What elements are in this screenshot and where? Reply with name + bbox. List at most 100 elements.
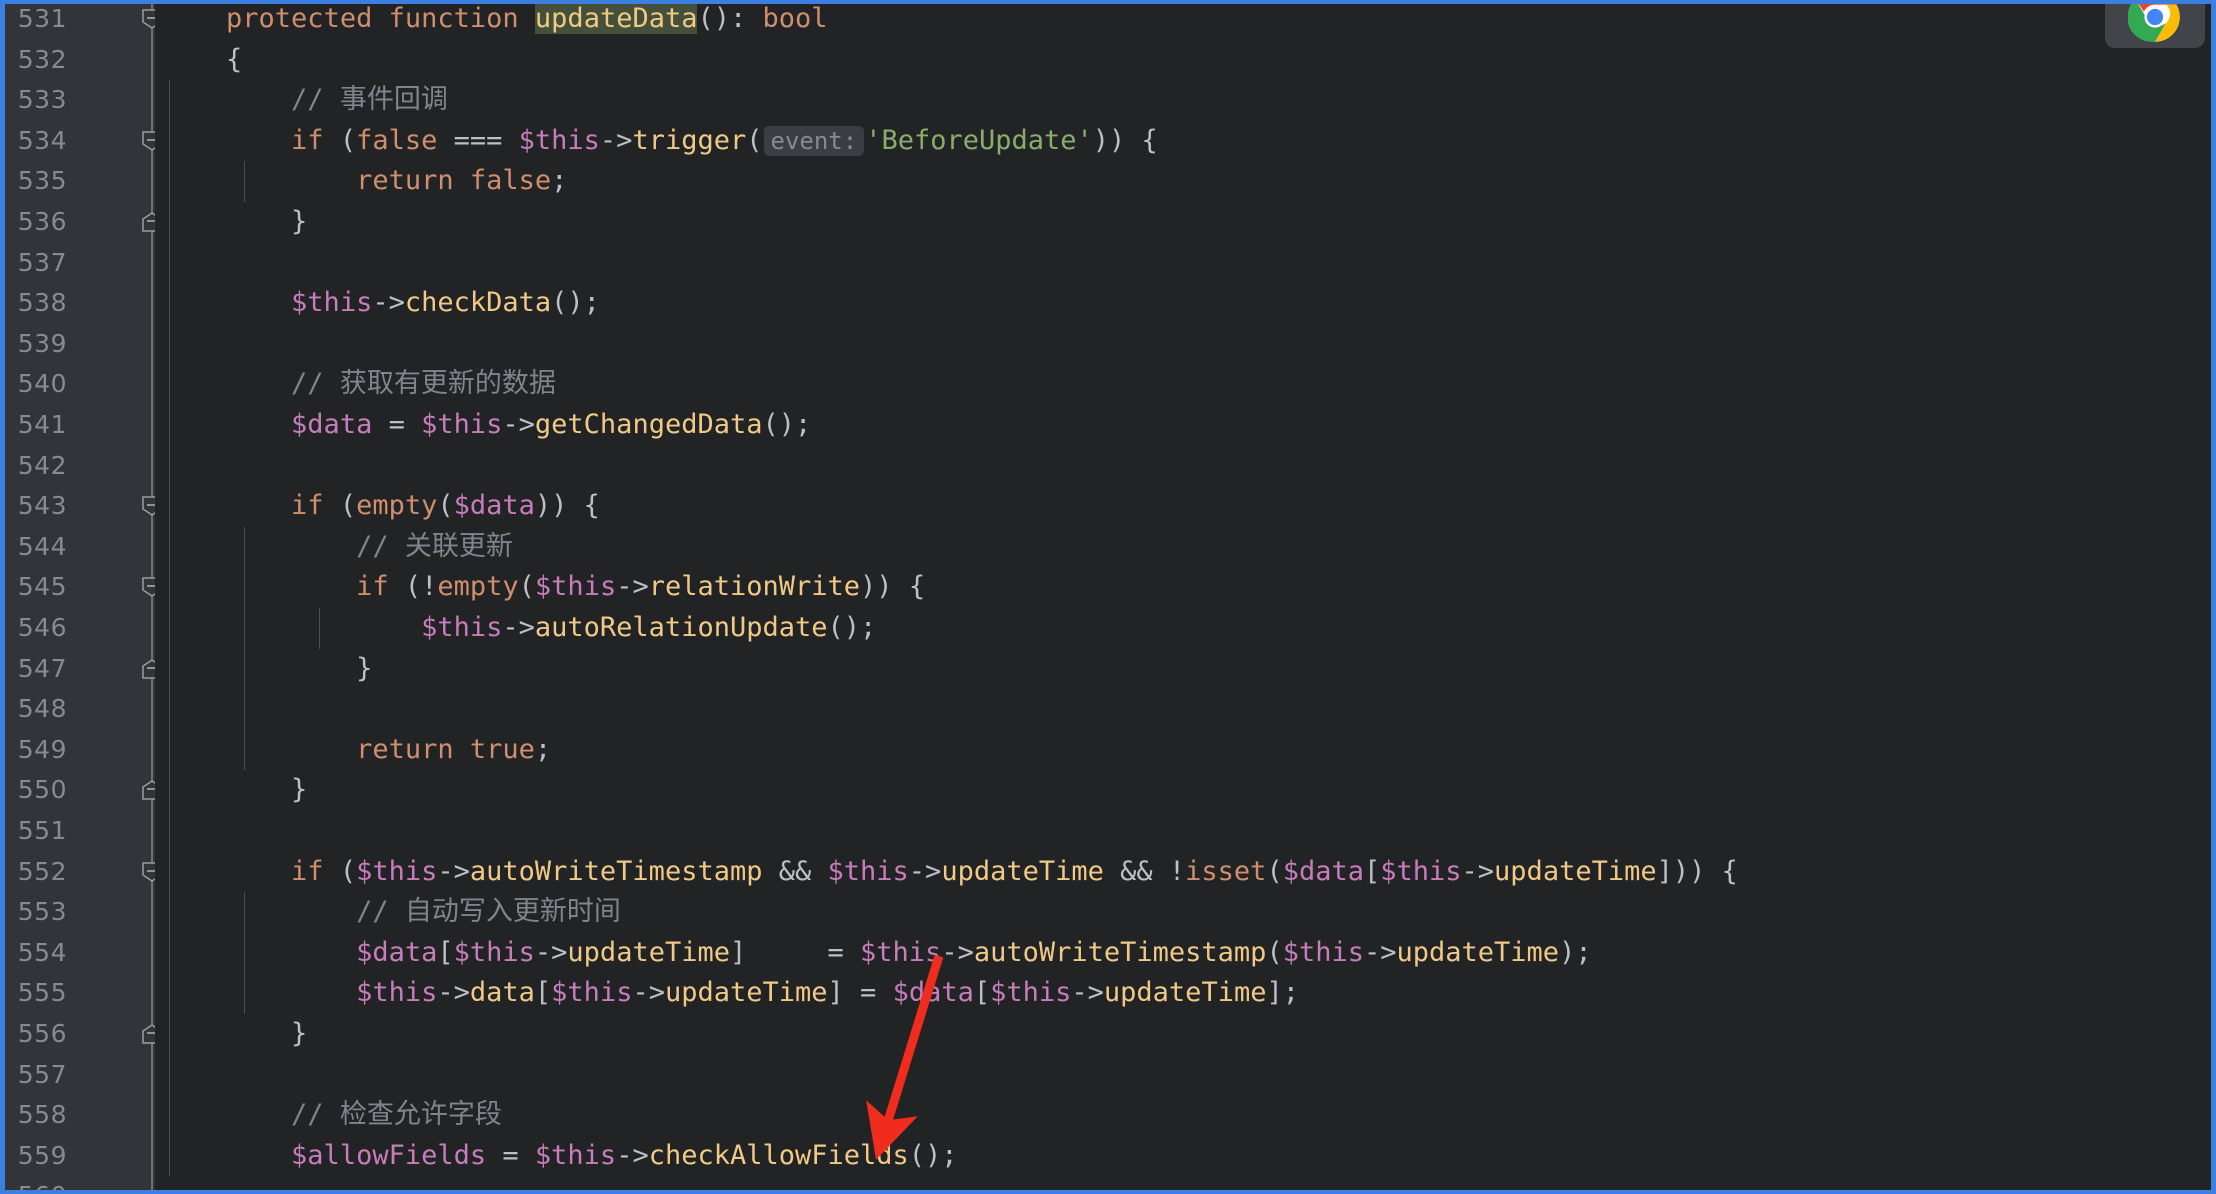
gutter-row[interactable]: 535 [5,161,155,202]
php-variable: $allowFields [291,1139,487,1171]
gutter-row[interactable]: 548 [5,689,155,730]
gutter-row[interactable]: 545 [5,567,155,608]
code-line[interactable]: { [161,40,2211,81]
indent-guide [244,892,245,933]
indent-guide [244,161,245,202]
chrome-icon[interactable] [2128,0,2182,44]
gutter-row[interactable]: 531 [5,4,155,40]
code-line[interactable]: $allowFields = $this->checkAllowFields()… [161,1135,2211,1177]
gutter-row[interactable]: 532 [5,40,155,81]
code-comment: // 事件回调 [291,84,448,116]
code-line[interactable]: } [161,1014,2211,1055]
code-line-text: // 检查允许字段 [161,1099,502,1130]
code-line[interactable] [161,1054,2211,1096]
code-line-text: // 关联更新 [161,531,513,562]
code-line-text: } [161,206,308,237]
taskbar-popup-panel[interactable] [2105,0,2205,48]
code-line[interactable]: // 自动写入更新时间 [161,892,2211,933]
gutter-row[interactable]: 555 [5,973,155,1014]
gutter-row[interactable]: 537 [5,243,155,284]
php-variable: $this [1380,855,1462,887]
code-comment: // 获取有更新的数据 [291,368,556,400]
gutter-row[interactable]: 544 [5,527,155,568]
gutter-row[interactable]: 553 [5,892,155,933]
indent-guide [169,445,170,487]
gutter-row[interactable]: 547 [5,649,155,690]
code-text-area[interactable]: protected function updateData(): bool { … [161,4,2211,1190]
editor-gutter[interactable]: 531 532 533 534 535 536 537 538 539 540 541 542 543 5… [5,4,162,1190]
php-variable: $this [990,977,1072,1009]
keyword: if [356,571,389,603]
function-name: trigger [632,124,747,156]
code-line[interactable] [161,242,2211,284]
line-number: 537 [17,247,67,277]
code-editor-window[interactable]: 531 532 533 534 535 536 537 538 539 540 541 542 543 5… [0,0,2216,1194]
code-line[interactable]: if (empty($data)) { [161,486,2211,527]
gutter-row[interactable]: 536 [5,202,155,243]
gutter-row[interactable]: 546 [5,608,155,649]
code-line[interactable] [161,811,2211,852]
code-line[interactable]: return true; [161,729,2211,771]
gutter-row[interactable]: 556 [5,1014,155,1055]
code-line[interactable]: if (false === $this->trigger(event: 'Befo… [161,120,2211,162]
indent-guide [169,892,170,933]
code-line[interactable]: $this->checkData(); [161,283,2211,324]
gutter-row[interactable]: 533 [5,80,155,121]
gutter-row[interactable]: 558 [5,1095,155,1136]
code-line[interactable]: $this->autoRelationUpdate(); [161,608,2211,649]
code-line[interactable]: $data = $this->getChangedData(); [161,405,2211,446]
keyword: true [469,733,535,765]
object-operator: -> [502,409,535,440]
function-name: relationWrite [648,571,861,603]
code-line[interactable]: // 事件回调 [161,80,2211,121]
gutter-row[interactable]: 540 [5,364,155,405]
gutter-row[interactable]: 551 [5,811,155,852]
keyword: return [356,165,454,197]
gutter-row[interactable]: 554 [5,933,155,974]
php-variable: $this [356,977,438,1009]
gutter-row[interactable]: 539 [5,324,155,365]
object-operator: -> [372,287,405,319]
indent-guide [169,932,170,974]
code-line[interactable]: $data[$this->updateTime] = $this->autoWr… [161,932,2211,974]
gutter-row[interactable]: 541 [5,405,155,446]
line-number: 544 [17,531,67,561]
function-name: checkAllowFields [648,1139,909,1171]
code-line[interactable]: } [161,770,2211,811]
indent-guide [169,242,170,284]
code-line[interactable]: return false; [161,161,2211,202]
gutter-row[interactable]: 557 [5,1055,155,1096]
code-line[interactable]: protected function updateData(): bool [161,4,2211,40]
code-line[interactable]: // 检查允许字段 [161,1095,2211,1136]
code-line[interactable] [161,1176,2211,1190]
gutter-row[interactable]: 560 [5,1176,155,1190]
gutter-row[interactable]: 538 [5,283,155,324]
indent-guide [244,648,245,690]
indent-guide [244,567,245,608]
code-line[interactable]: if (!empty($this->relationWrite)) { [161,567,2211,608]
code-line[interactable] [161,323,2211,365]
gutter-row[interactable]: 549 [5,730,155,771]
code-line-text: // 事件回调 [161,84,448,115]
indent-guide [169,486,170,527]
code-line[interactable]: // 关联更新 [161,526,2211,568]
gutter-row[interactable]: 552 [5,852,155,893]
gutter-row[interactable]: 534 [5,121,155,162]
keyword: if [291,490,324,522]
line-number: 535 [17,166,67,196]
indent-guide [169,689,170,730]
code-line[interactable]: $this->data[$this->updateTime] = $data[$… [161,973,2211,1014]
gutter-row[interactable]: 542 [5,446,155,487]
code-line[interactable] [161,689,2211,730]
line-number: 549 [17,734,67,764]
php-variable: $data [1282,855,1364,887]
code-line[interactable]: } [161,648,2211,690]
gutter-row[interactable]: 559 [5,1136,155,1177]
code-line[interactable]: // 获取有更新的数据 [161,364,2211,405]
gutter-row[interactable]: 543 [5,486,155,527]
code-line[interactable]: if ($this->autoWriteTimestamp && $this->… [161,851,2211,893]
php-variable: $this [421,612,503,643]
code-line[interactable] [161,445,2211,487]
code-line[interactable]: } [161,202,2211,243]
gutter-row[interactable]: 550 [5,770,155,811]
